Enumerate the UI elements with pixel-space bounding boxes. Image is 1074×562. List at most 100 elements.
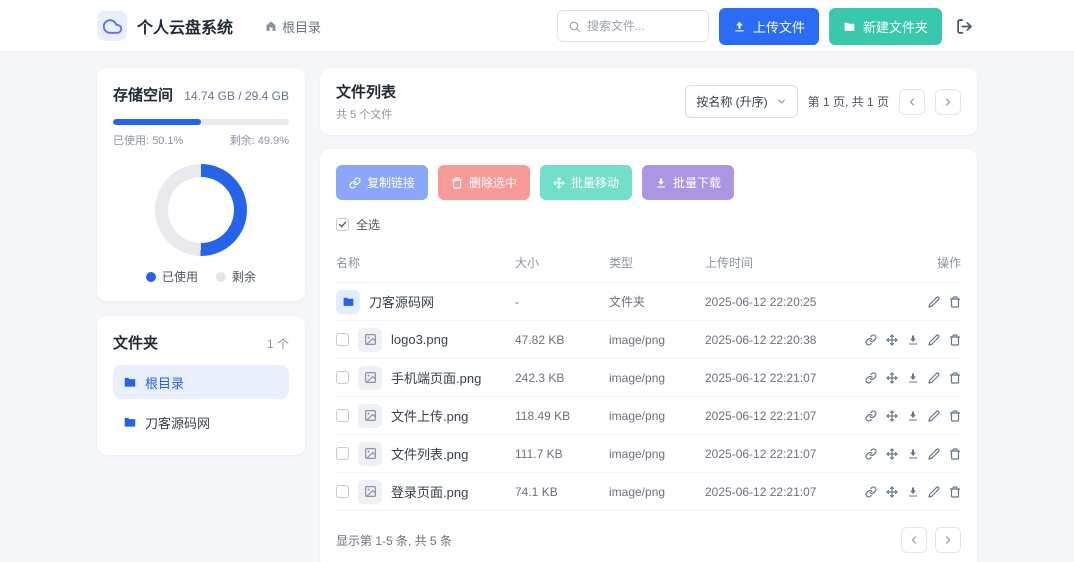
legend-used-dot — [146, 272, 156, 282]
file-name[interactable]: 文件列表.png — [391, 444, 468, 463]
logout-icon — [956, 18, 973, 35]
sort-select-value: 按名称 (升序) — [696, 93, 767, 110]
image-file-icon — [358, 404, 382, 428]
file-list-header-card: 文件列表 共 5 个文件 按名称 (升序) 第 1 页, 共 1 页 — [320, 68, 977, 135]
edit-icon[interactable] — [928, 334, 940, 346]
image-file-icon — [358, 442, 382, 466]
col-header-name: 名称 — [336, 254, 515, 271]
search-input[interactable] — [587, 19, 698, 33]
image-file-icon — [358, 366, 382, 390]
file-name[interactable]: 手机端页面.png — [391, 368, 481, 387]
new-folder-button[interactable]: 新建文件夹 — [829, 8, 942, 45]
edit-icon[interactable] — [928, 410, 940, 422]
app-title: 个人云盘系统 — [137, 14, 233, 38]
col-header-time: 上传时间 — [705, 254, 875, 271]
batch-download-button[interactable]: 批量下载 — [642, 165, 734, 200]
edit-icon[interactable] — [928, 448, 940, 460]
download-icon[interactable] — [907, 448, 919, 460]
move-icon[interactable] — [886, 448, 898, 460]
row-checkbox[interactable] — [336, 333, 349, 346]
file-name[interactable]: logo3.png — [391, 332, 448, 347]
download-icon[interactable] — [907, 372, 919, 384]
batch-toolbar: 复制链接 删除选中 批量移动 批量下载 — [336, 165, 961, 200]
delete-selected-button[interactable]: 删除选中 — [438, 165, 530, 200]
edit-icon[interactable] — [928, 296, 940, 308]
folder-label: 刀客源码网 — [145, 413, 210, 432]
table-header-row: 名称 大小 类型 上传时间 操作 — [336, 245, 961, 283]
next-page-button[interactable] — [935, 89, 961, 115]
folder-icon — [123, 415, 137, 429]
storage-donut — [155, 164, 247, 256]
download-icon[interactable] — [907, 334, 919, 346]
legend-free-dot — [216, 272, 226, 282]
table-row[interactable]: 文件上传.png 118.49 KB image/png 2025-06-12 … — [336, 397, 961, 435]
upload-file-button[interactable]: 上传文件 — [719, 8, 819, 45]
page-info: 第 1 页, 共 1 页 — [808, 93, 889, 110]
delete-icon[interactable] — [949, 448, 961, 460]
file-table: 名称 大小 类型 上传时间 操作 刀客源码网 - 文件夹 2025-06-1 — [336, 245, 961, 511]
delete-icon[interactable] — [949, 334, 961, 346]
footer-prev-page-button[interactable] — [901, 527, 927, 553]
file-name[interactable]: 刀客源码网 — [369, 292, 434, 311]
delete-icon[interactable] — [949, 372, 961, 384]
storage-free-label: 剩余: 49.9% — [230, 132, 289, 148]
download-icon[interactable] — [907, 410, 919, 422]
storage-used-label: 已使用: 50.1% — [113, 132, 183, 148]
row-checkbox[interactable] — [336, 447, 349, 460]
sidebar-folder-root[interactable]: 根目录 — [113, 365, 289, 399]
move-icon[interactable] — [886, 334, 898, 346]
breadcrumb[interactable]: 根目录 — [265, 17, 321, 36]
move-icon — [553, 177, 565, 189]
move-icon[interactable] — [886, 486, 898, 498]
delete-icon[interactable] — [949, 410, 961, 422]
home-icon — [265, 20, 277, 32]
download-icon — [655, 177, 667, 189]
select-all-checkbox[interactable] — [336, 218, 349, 231]
col-header-actions: 操作 — [875, 254, 961, 271]
app-logo — [97, 11, 127, 41]
copy-link-icon[interactable] — [865, 372, 877, 384]
row-checkbox[interactable] — [336, 485, 349, 498]
prev-page-button[interactable] — [899, 89, 925, 115]
storage-legend: 已使用 剩余 — [113, 268, 289, 285]
move-icon[interactable] — [886, 410, 898, 422]
sort-select[interactable]: 按名称 (升序) — [685, 85, 797, 118]
storage-title: 存储空间 — [113, 84, 173, 105]
copy-link-icon[interactable] — [865, 448, 877, 460]
storage-progress-fill — [113, 119, 201, 125]
copy-link-button[interactable]: 复制链接 — [336, 165, 428, 200]
search-box — [557, 10, 709, 42]
delete-icon[interactable] — [949, 486, 961, 498]
select-all-label: 全选 — [356, 216, 380, 233]
footer-next-page-button[interactable] — [935, 527, 961, 553]
search-icon — [568, 20, 581, 33]
storage-card: 存储空间 14.74 GB / 29.4 GB 已使用: 50.1% 剩余: 4… — [97, 68, 305, 301]
sidebar-folder-item[interactable]: 刀客源码网 — [113, 405, 289, 439]
delete-icon[interactable] — [949, 296, 961, 308]
download-icon[interactable] — [907, 486, 919, 498]
table-row[interactable]: logo3.png 47.82 KB image/png 2025-06-12 … — [336, 321, 961, 359]
table-row[interactable]: 手机端页面.png 242.3 KB image/png 2025-06-12 … — [336, 359, 961, 397]
copy-link-icon[interactable] — [865, 334, 877, 346]
file-name[interactable]: 文件上传.png — [391, 406, 468, 425]
move-icon[interactable] — [886, 372, 898, 384]
table-row[interactable]: 登录页面.png 74.1 KB image/png 2025-06-12 22… — [336, 473, 961, 511]
sidebar: 存储空间 14.74 GB / 29.4 GB 已使用: 50.1% 剩余: 4… — [97, 68, 305, 455]
row-checkbox[interactable] — [336, 371, 349, 384]
image-file-icon — [358, 480, 382, 504]
range-info: 显示第 1-5 条, 共 5 条 — [336, 532, 452, 549]
edit-icon[interactable] — [928, 372, 940, 384]
logout-button[interactable] — [952, 14, 977, 39]
row-checkbox[interactable] — [336, 409, 349, 422]
copy-link-icon[interactable] — [865, 410, 877, 422]
top-navbar: 个人云盘系统 根目录 上传文件 新建文件夹 — [0, 0, 1074, 52]
table-row[interactable]: 文件列表.png 111.7 KB image/png 2025-06-12 2… — [336, 435, 961, 473]
batch-move-button[interactable]: 批量移动 — [540, 165, 632, 200]
file-name[interactable]: 登录页面.png — [391, 482, 468, 501]
copy-link-icon[interactable] — [865, 486, 877, 498]
chevron-down-icon — [776, 96, 787, 107]
table-row[interactable]: 刀客源码网 - 文件夹 2025-06-12 22:20:25 — [336, 283, 961, 321]
main-content: 文件列表 共 5 个文件 按名称 (升序) 第 1 页, 共 1 页 — [320, 68, 977, 562]
folders-title: 文件夹 — [113, 332, 158, 353]
edit-icon[interactable] — [928, 486, 940, 498]
